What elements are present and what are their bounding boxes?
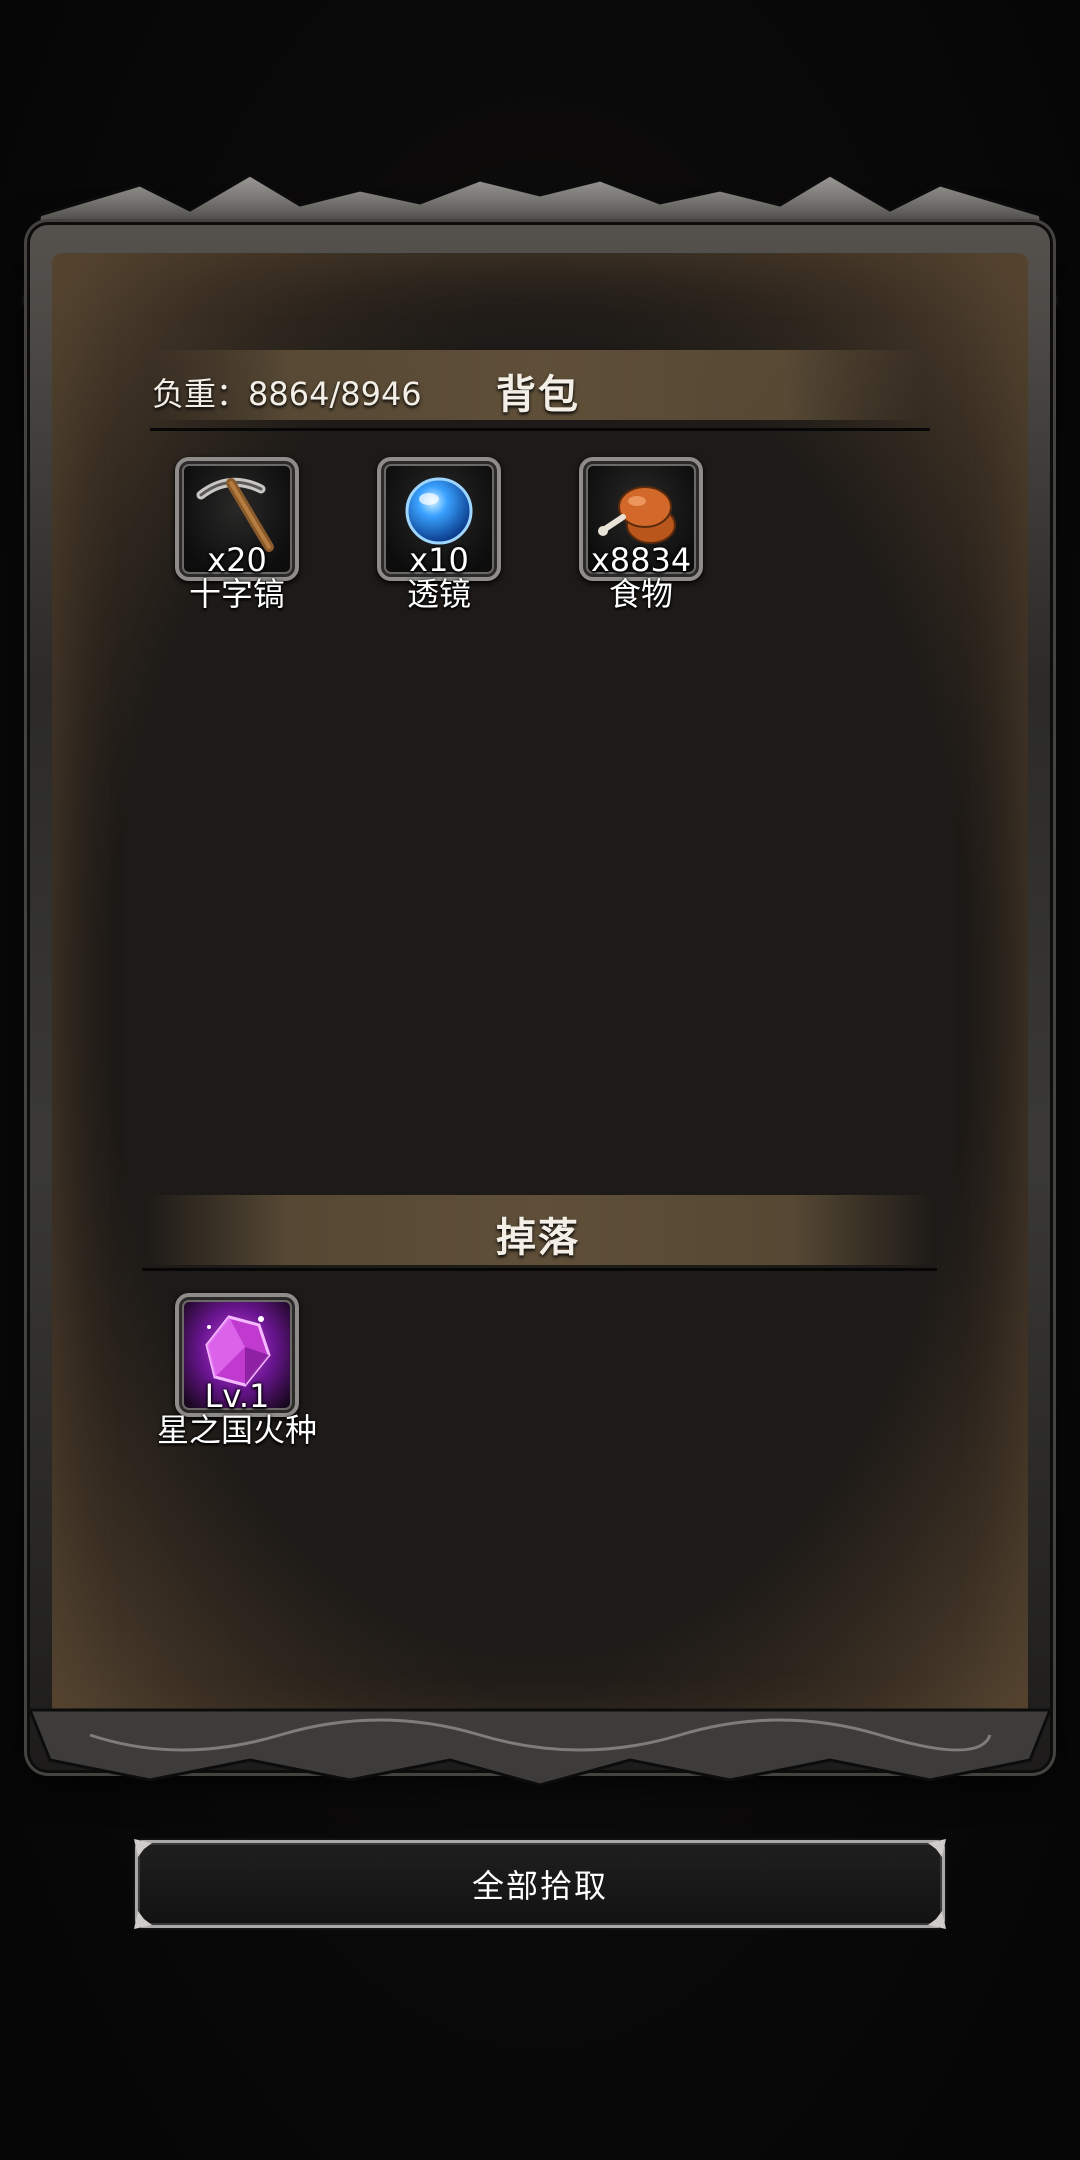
pickup-all-label: 全部拾取	[471, 1867, 608, 1905]
item-slot-food[interactable]: x8834 食物	[579, 457, 703, 613]
drops-title: 掉落	[496, 1215, 580, 1261]
backpack-divider	[150, 428, 930, 431]
weight-label: 负重：8864/8946	[152, 375, 422, 413]
item-name: 食物	[608, 575, 673, 613]
backpack-title: 背包	[496, 372, 580, 418]
item-slot-lens[interactable]: x10 透镜	[377, 457, 501, 613]
drop-slot-crystal[interactable]: Lv.1 星之国火种	[157, 1293, 317, 1449]
frame-bottom-ornament	[30, 1708, 1050, 1787]
item-name: 星之国火种	[156, 1411, 317, 1449]
drops-divider	[142, 1268, 937, 1271]
item-slot-pickaxe[interactable]: x20 十字镐	[175, 457, 299, 613]
loot-screen: 负重：8864/8946 背包 x20 十字镐 x10 透镜 x8834 食物 …	[0, 0, 1080, 2160]
pickup-all-button[interactable]: 全部拾取	[134, 1839, 946, 1929]
